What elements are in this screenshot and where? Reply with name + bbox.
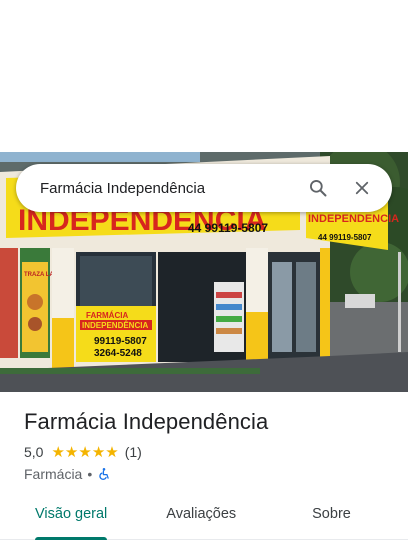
side-sign-text: INDEPENDENCIA [308,213,399,225]
star-icon: ★ [78,443,92,461]
clear-button[interactable] [346,172,378,204]
tab-overview[interactable]: Visão geral [35,496,108,540]
side-sign-phone: 44 99119-5807 [318,233,372,242]
wheelchair-icon [99,468,109,480]
tab-about[interactable]: Sobre [312,496,351,532]
close-icon [355,181,369,195]
star-icon: ★ [91,443,106,461]
tab-label: Visão geral [35,506,108,522]
window-phone-1: 99119-5807 [94,336,147,347]
search-bar[interactable] [16,164,392,212]
search-icon [310,180,327,197]
rating-value: 5,0 [24,444,44,460]
star-icon: ★ [105,443,119,461]
tab-label: Sobre [312,506,351,522]
tab-bar: Visão geral Avaliações Sobre [0,496,408,540]
tab-reviews[interactable]: Avaliações [166,496,236,532]
separator: • [87,466,93,482]
star-rating: ★ ★ ★ ★ ★ [51,445,118,460]
star-icon: ★ [64,443,79,461]
active-tab-indicator [35,537,108,540]
sign-phone-text: 44 99119-5807 [188,221,268,235]
search-button[interactable] [302,172,334,204]
tab-label: Avaliações [166,506,237,522]
place-title: Farmácia Independência [24,409,269,434]
window-title-2: INDEPENDÊNCIA [82,321,148,330]
star-icon: ★ [51,443,65,461]
review-count[interactable]: (1) [125,444,142,460]
window-title-1: FARMÁCIA [86,311,128,320]
rating-row[interactable]: 5,0 ★ ★ ★ ★ ★ (1) [24,444,142,460]
search-input[interactable] [40,179,290,197]
window-phone-2: 3264-5248 [94,348,142,359]
category-row: Farmácia • [24,466,111,482]
place-category: Farmácia [24,466,83,482]
